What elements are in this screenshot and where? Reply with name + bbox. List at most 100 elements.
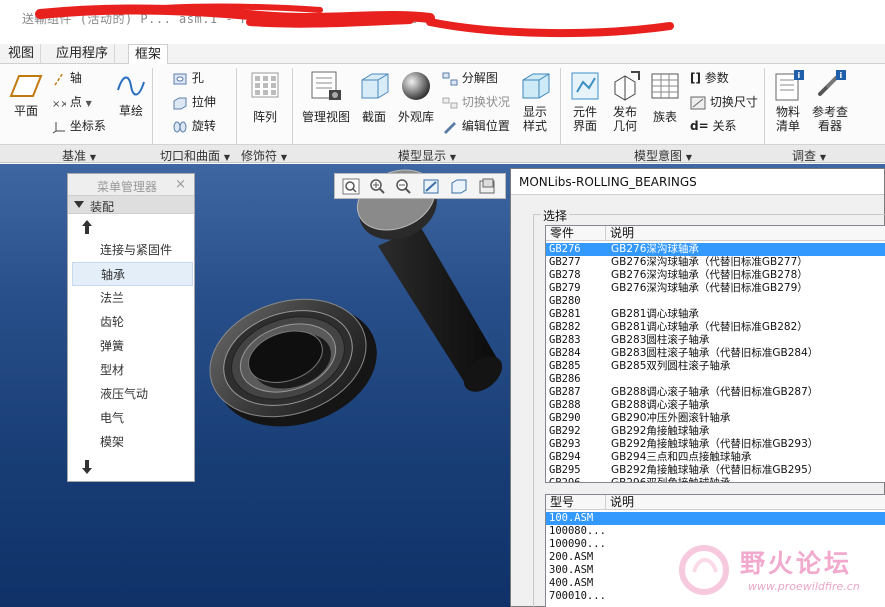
list-item[interactable]: GB295 GB292角接触球轴承（代替旧标准GB295） [546, 464, 885, 477]
publish-geometry-button[interactable]: 发布几何 [606, 70, 644, 133]
reference-viewer-button[interactable]: i 参考查看器 [808, 70, 852, 133]
sketch-label: 草绘 [118, 104, 143, 118]
parts-list-header: 零件 说明 [546, 226, 885, 241]
point-icon: ×× [52, 99, 66, 110]
scroll-up-arrow-icon[interactable] [82, 220, 92, 234]
group-investigate[interactable]: 调查 ▼ [792, 147, 826, 164]
menu-section-header[interactable]: 装配 [68, 196, 194, 214]
menu-item[interactable]: 齿轮 [72, 310, 193, 334]
menu-item[interactable]: 模架 [72, 430, 193, 454]
list-item[interactable]: GB290 GB290冲压外圈滚针轴承 [546, 412, 885, 425]
list-item[interactable]: GB277 GB276深沟球轴承（代替旧标准GB277） [546, 256, 885, 269]
part-description: GB276深沟球轴承（代替旧标准GB278） [611, 269, 808, 281]
manage-views-button[interactable]: 管理视图 [300, 70, 352, 124]
list-item[interactable]: GB281 GB281调心球轴承 [546, 308, 885, 321]
list-item[interactable]: GB296 GB296双列角接触球轴承 [546, 477, 885, 483]
part-id: GB293 [549, 438, 581, 450]
section-label: 截面 [361, 110, 386, 124]
plane-button[interactable]: 平面 [6, 72, 46, 118]
bom-label: 物料清单 [775, 105, 800, 133]
list-item[interactable]: 100080... [546, 525, 885, 538]
list-item[interactable]: GB278 GB276深沟球轴承（代替旧标准GB278） [546, 269, 885, 282]
list-item[interactable]: GB293 GB292角接触球轴承（代替旧标准GB293） [546, 438, 885, 451]
edit-position-button[interactable]: 编辑位置 [442, 117, 510, 135]
list-item[interactable]: GB294 GB294三点和四点接触球轴承 [546, 451, 885, 464]
display-style-button[interactable]: 显示样式 [514, 70, 556, 133]
list-item[interactable]: GB280 [546, 295, 885, 308]
list-item[interactable]: GB287 GB288调心滚子轴承（代替旧标准GB287） [546, 386, 885, 399]
group-model-intent[interactable]: 模型意图 ▼ [634, 147, 692, 164]
list-item[interactable]: GB292 GB292角接触球轴承 [546, 425, 885, 438]
publish-geometry-label: 发布几何 [612, 105, 637, 133]
zoom-out-icon[interactable] [393, 177, 413, 196]
zoom-in-icon[interactable] [367, 177, 387, 196]
tab-framework[interactable]: 框架 [128, 44, 169, 64]
tab-applications[interactable]: 应用程序 [50, 44, 116, 64]
hole-button[interactable]: 孔 [172, 69, 204, 87]
display-style-small-icon[interactable] [477, 177, 497, 196]
list-item[interactable]: GB286 [546, 373, 885, 386]
chain-link-icon: i [818, 70, 846, 96]
axis-button[interactable]: 轴 [52, 69, 82, 87]
tab-view[interactable]: 视图 [2, 44, 42, 64]
part-description: GB290冲压外圈滚针轴承 [611, 412, 731, 424]
list-item[interactable]: GB283 GB283圆柱滚子轴承 [546, 334, 885, 347]
scroll-down-arrow-icon[interactable] [82, 460, 92, 474]
sphere-icon [402, 72, 430, 100]
component-interface-button[interactable]: 元件界面 [566, 70, 604, 133]
parameters-button[interactable]: [] 参数 [690, 69, 729, 87]
close-icon[interactable]: × [175, 177, 186, 192]
parts-list[interactable]: 零件 说明 GB276 GB276深沟球轴承 GB277 GB276深沟球轴承（代替旧… [545, 225, 885, 483]
point-button[interactable]: ×× 点 ▼ [52, 93, 92, 111]
models-col-desc[interactable]: 说明 [606, 495, 885, 510]
toggle-state-button[interactable]: 切换状况 [442, 93, 510, 111]
extrude-button[interactable]: 拉伸 [172, 93, 216, 111]
switch-dimensions-button[interactable]: 切换尺寸 [690, 93, 758, 111]
part-id: GB284 [549, 347, 581, 359]
csys-button[interactable]: 坐标系 [52, 117, 106, 135]
relations-button[interactable]: d= 关系 [690, 117, 737, 135]
exploded-view-button[interactable]: 分解图 [442, 69, 498, 87]
group-cut-surface[interactable]: 切口和曲面 ▼ [160, 147, 230, 164]
section-button[interactable]: 截面 [356, 70, 392, 124]
parts-col-desc[interactable]: 说明 [606, 226, 885, 241]
bom-button[interactable]: i 物料清单 [770, 70, 806, 133]
list-item[interactable]: GB276 GB276深沟球轴承 [546, 243, 885, 256]
menu-item[interactable]: 轴承 [72, 262, 193, 286]
chevron-down-icon: ▼ [280, 153, 287, 162]
list-item[interactable]: 100.ASM [546, 512, 885, 525]
revolve-button[interactable]: 旋转 [172, 117, 216, 135]
menu-item[interactable]: 连接与紧固件 [72, 238, 193, 262]
group-model-display[interactable]: 模型显示 ▼ [398, 147, 456, 164]
list-item[interactable]: GB285 GB285双列圆柱滚子轴承 [546, 360, 885, 373]
model-id: 400.ASM [549, 577, 594, 589]
menu-item[interactable]: 液压气动 [72, 382, 193, 406]
axis-icon [54, 72, 64, 85]
pattern-button[interactable]: 阵列 [244, 70, 286, 124]
part-id: GB281 [549, 308, 581, 320]
parts-col-part[interactable]: 零件 [546, 226, 606, 241]
menu-section-label: 装配 [90, 200, 115, 214]
saved-orientations-icon[interactable] [449, 177, 469, 196]
list-item[interactable]: GB282 GB281调心球轴承（代替旧标准GB282） [546, 321, 885, 334]
menu-item[interactable]: 电气 [72, 406, 193, 430]
menu-item[interactable]: 型材 [72, 358, 193, 382]
appearance-gallery-button[interactable]: 外观库 [395, 70, 437, 124]
refit-icon[interactable] [341, 177, 361, 196]
menu-item[interactable]: 法兰 [72, 286, 193, 310]
part-id: GB279 [549, 282, 581, 294]
list-item[interactable]: GB279 GB276深沟球轴承（代替旧标准GB279） [546, 282, 885, 295]
family-table-button[interactable]: 族表 [646, 70, 684, 124]
group-datum[interactable]: 基准 ▼ [62, 147, 96, 164]
part-description: GB296双列角接触球轴承 [611, 477, 731, 483]
list-item[interactable]: GB284 GB283圆柱滚子轴承（代替旧标准GB284） [546, 347, 885, 360]
sketch-button[interactable]: 草绘 [112, 72, 150, 118]
list-item[interactable]: GB288 GB288调心滚子轴承 [546, 399, 885, 412]
group-modifiers[interactable]: 修饰符 ▼ [241, 147, 287, 164]
menu-item[interactable]: 弹簧 [72, 334, 193, 358]
component-interface-label: 元件界面 [572, 105, 597, 133]
part-id: GB277 [549, 256, 581, 268]
menu-manager-title: 菜单管理器 [97, 180, 158, 194]
repaint-icon[interactable] [421, 177, 441, 196]
models-col-model[interactable]: 型号 [546, 495, 606, 510]
